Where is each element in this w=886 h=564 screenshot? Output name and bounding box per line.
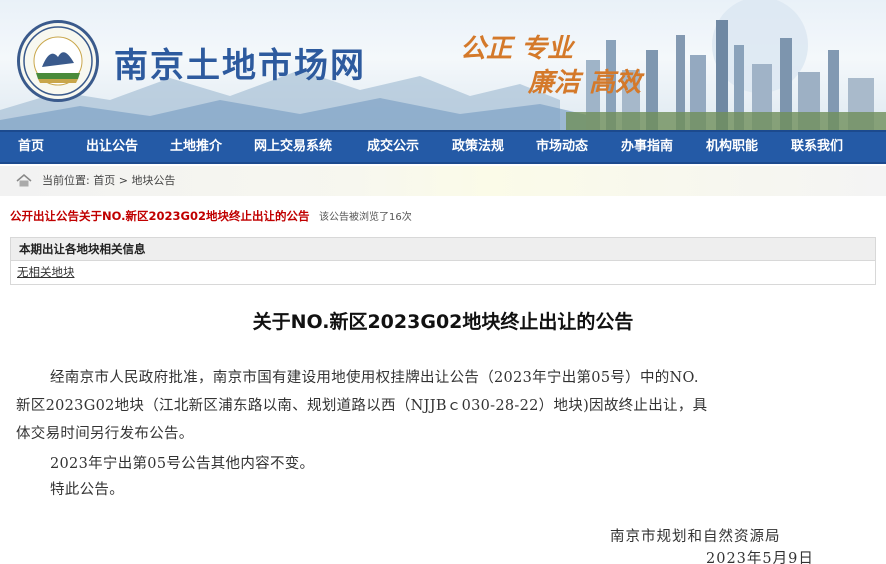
article-date: 2023年5月9日	[706, 551, 814, 564]
breadcrumb-current[interactable]: 地块公告	[131, 174, 175, 187]
site-banner: 南京土地市场网 公正 专业 廉洁 高效	[0, 0, 886, 130]
breadcrumb-prefix: 当前位置:	[42, 174, 90, 187]
article-p1-line-3: 体交易时间另行发布公告。	[16, 426, 194, 442]
nav-item-land-promotion[interactable]: 土地推介	[170, 132, 222, 162]
nav-item-policies[interactable]: 政策法规	[452, 132, 504, 162]
slogan-line-2: 廉洁 高效	[528, 68, 642, 98]
notice-headline-row: 公开出让公告关于NO.新区2023G02地块终止出让的公告 该公告被浏览了16次	[10, 208, 412, 224]
slogan-line-1: 公正 专业	[460, 34, 574, 64]
nav-item-deal-publicity[interactable]: 成交公示	[367, 132, 419, 162]
home-icon	[16, 174, 32, 187]
nav-item-contact[interactable]: 联系我们	[791, 132, 843, 162]
nav-item-market-news[interactable]: 市场动态	[536, 132, 588, 162]
article-paragraph-3: 特此公告。	[50, 482, 124, 498]
breadcrumb-separator: >	[118, 174, 128, 187]
site-title: 南京土地市场网	[114, 46, 366, 86]
article-signature: 南京市规划和自然资源局	[610, 529, 781, 545]
nav-item-home[interactable]: 首页	[18, 132, 44, 162]
view-count: 该公告被浏览了16次	[318, 212, 412, 223]
breadcrumb-home-link[interactable]: 首页	[93, 174, 115, 187]
main-nav: 首页 出让公告 土地推介 网上交易系统 成交公示 政策法规 市场动态 办事指南 …	[0, 130, 886, 164]
article-paragraph-2: 2023年宁出第05号公告其他内容不变。	[50, 456, 315, 472]
nav-item-transfer-notice[interactable]: 出让公告	[86, 132, 138, 162]
logo-emblem-icon	[23, 26, 93, 96]
nav-item-guide[interactable]: 办事指南	[621, 132, 673, 162]
site-logo[interactable]	[17, 20, 99, 102]
article-paragraph-1: 经南京市人民政府批准，南京市国有建设用地使用权挂牌出让公告（2023年宁出第05…	[16, 364, 874, 448]
breadcrumb: 当前位置: 首页 > 地块公告	[0, 166, 886, 196]
related-plots-link[interactable]: 无相关地块	[17, 265, 75, 279]
related-plots-box: 本期出让各地块相关信息 无相关地块	[10, 237, 876, 285]
article-p1-line-2: 新区2023G02地块（江北新区浦东路以南、规划道路以西（NJJBｃ030-28…	[16, 398, 708, 414]
article-p1-line-1: 经南京市人民政府批准，南京市国有建设用地使用权挂牌出让公告（2023年宁出第05…	[50, 370, 699, 386]
article-title: 关于NO.新区2023G02地块终止出让的公告	[252, 311, 634, 333]
related-plots-header: 本期出让各地块相关信息	[11, 238, 875, 261]
notice-headline: 公开出让公告关于NO.新区2023G02地块终止出让的公告	[10, 209, 310, 223]
nav-item-online-trading[interactable]: 网上交易系统	[254, 132, 332, 162]
nav-item-functions[interactable]: 机构职能	[706, 132, 758, 162]
